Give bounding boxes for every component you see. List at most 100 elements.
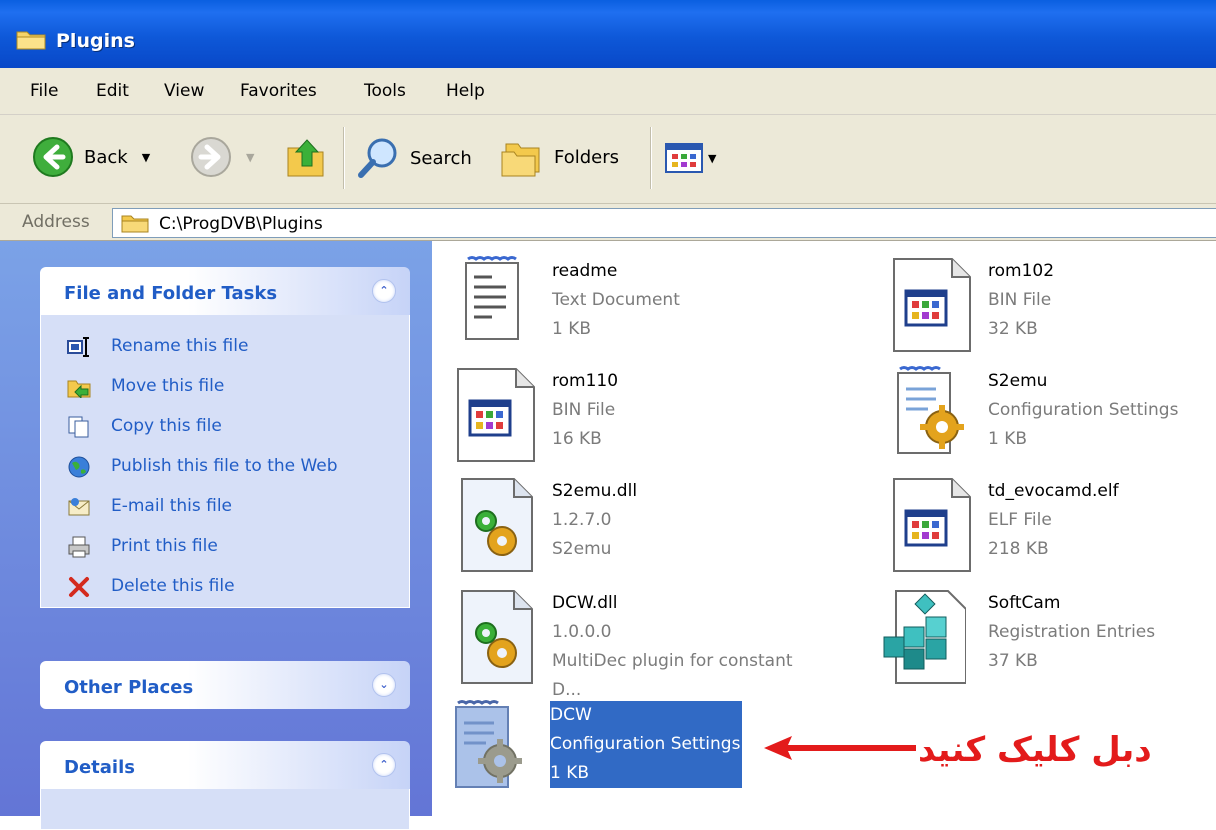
collapse-chevron-icon[interactable]: ⌃: [372, 279, 396, 303]
rename-icon: [67, 337, 89, 357]
task-publish[interactable]: Publish this file to the Web: [41, 447, 409, 487]
file-size: 32 KB: [988, 319, 1038, 339]
registry-icon: [883, 590, 966, 684]
file-size: 37 KB: [988, 651, 1038, 671]
elf-file-icon: [893, 478, 971, 572]
task-rename[interactable]: Rename this file: [41, 327, 409, 367]
forward-button[interactable]: ▼: [190, 136, 254, 178]
file-name: SoftCam: [988, 593, 1061, 613]
panel-header[interactable]: Other Places ⌄: [40, 661, 410, 709]
folder-icon: [121, 215, 149, 233]
file-size: 1 KB: [552, 319, 592, 339]
folders-button[interactable]: Folders: [500, 136, 619, 178]
task-delete[interactable]: Delete this file: [41, 567, 409, 607]
views-icon: [665, 143, 703, 173]
file-type: BIN File: [988, 290, 1052, 310]
file-name: DCW.dll: [552, 593, 618, 613]
file-item-s2emu-dll[interactable]: S2emu.dll 1.2.7.0 S2emu: [456, 475, 826, 585]
file-text: DCW Configuration Settings 1 KB: [550, 701, 743, 788]
email-icon: [68, 498, 90, 516]
file-text: SoftCam Registration Entries 37 KB: [988, 589, 1155, 676]
address-bar: Address C:\ProgDVB\Plugins: [0, 204, 1216, 241]
forward-dropdown-icon[interactable]: ▼: [246, 151, 254, 164]
back-button[interactable]: Back ▼: [32, 136, 150, 178]
menu-favorites[interactable]: Favorites: [240, 81, 317, 101]
menu-file[interactable]: File: [30, 81, 58, 101]
file-type: Configuration Settings: [550, 734, 741, 754]
panel-title: File and Folder Tasks: [64, 283, 278, 304]
file-name: rom110: [552, 371, 619, 391]
publish-web-icon: [68, 456, 90, 478]
file-type: Registration Entries: [988, 622, 1156, 642]
views-dropdown-icon: ▼: [708, 151, 717, 165]
collapse-chevron-icon[interactable]: ⌃: [372, 753, 396, 777]
task-pane: File and Folder Tasks ⌃ Rename this file…: [0, 241, 432, 830]
up-folder-icon: [287, 139, 324, 177]
tasks-list: Rename this file Move this file Copy thi…: [40, 315, 410, 608]
task-label: Print this file: [111, 536, 218, 556]
menu-help[interactable]: Help: [446, 81, 485, 101]
copy-icon: [68, 416, 89, 438]
double-click-annotation: دبل کلیک کنید: [918, 730, 1152, 770]
panel-title: Other Places: [64, 677, 194, 698]
task-label: E-mail this file: [111, 496, 233, 516]
file-item-td-evocamd[interactable]: td_evocamd.elf ELF File 218 KB: [892, 475, 1216, 585]
file-item-rom110[interactable]: rom110 BIN File 16 KB: [456, 365, 826, 475]
file-type: Text Document: [552, 290, 680, 310]
back-arrow-icon: [33, 137, 73, 177]
search-button[interactable]: Search: [356, 136, 472, 180]
up-folder-button[interactable]: [284, 134, 330, 180]
file-size: 1 KB: [550, 763, 590, 783]
address-path: C:\ProgDVB\Plugins: [159, 214, 323, 234]
address-label: Address: [22, 212, 90, 232]
file-size: 218 KB: [988, 539, 1049, 559]
file-item-s2emu[interactable]: S2emu Configuration Settings 1 KB: [892, 365, 1216, 475]
menu-edit[interactable]: Edit: [96, 81, 129, 101]
task-copy[interactable]: Copy this file: [41, 407, 409, 447]
panel-header[interactable]: Details ⌃: [40, 741, 410, 789]
search-icon: [358, 138, 397, 178]
text-document-icon: [465, 256, 519, 340]
file-text: S2emu Configuration Settings 1 KB: [988, 367, 1178, 454]
move-icon: [67, 380, 91, 398]
window-title: Plugins: [56, 30, 135, 52]
menu-bar: File Edit View Favorites Tools Help: [0, 68, 1216, 115]
details-panel: Details ⌃: [40, 741, 410, 830]
title-bar[interactable]: Plugins: [0, 0, 1216, 68]
task-move[interactable]: Move this file: [41, 367, 409, 407]
address-input[interactable]: C:\ProgDVB\Plugins: [112, 208, 1216, 238]
file-name: td_evocamd.elf: [988, 481, 1119, 501]
file-item-softcam[interactable]: SoftCam Registration Entries 37 KB: [882, 587, 1216, 697]
menu-tools[interactable]: Tools: [364, 81, 406, 101]
dll-icon: [461, 478, 533, 572]
config-settings-icon: [897, 366, 964, 454]
annotation-arrow-icon: [764, 736, 916, 760]
search-label: Search: [410, 147, 472, 169]
back-dropdown-icon[interactable]: ▼: [142, 151, 150, 164]
file-item-rom102[interactable]: rom102 BIN File 32 KB: [892, 255, 1216, 365]
menu-view[interactable]: View: [164, 81, 204, 101]
file-text: S2emu.dll 1.2.7.0 S2emu: [552, 477, 637, 564]
back-label: Back: [84, 146, 128, 168]
panel-title: Details: [64, 757, 135, 778]
config-settings-icon: [455, 700, 522, 788]
task-print[interactable]: Print this file: [41, 527, 409, 567]
task-label: Move this file: [111, 376, 225, 396]
task-label: Copy this file: [111, 416, 222, 436]
file-name: rom102: [988, 261, 1055, 281]
panel-header[interactable]: File and Folder Tasks ⌃: [40, 267, 410, 315]
folders-icon: [501, 143, 540, 177]
views-button[interactable]: ▼: [664, 142, 716, 174]
file-description: S2emu: [552, 539, 612, 559]
file-item-readme[interactable]: readme Text Document 1 KB: [456, 255, 826, 365]
file-name: S2emu: [988, 371, 1048, 391]
bin-file-icon: [457, 368, 535, 462]
forward-arrow-icon: [191, 137, 231, 177]
file-item-dcw-dll[interactable]: DCW.dll 1.0.0.0 MultiDec plugin for cons…: [456, 587, 826, 700]
file-folder-tasks-panel: File and Folder Tasks ⌃ Rename this file…: [40, 267, 410, 608]
file-text: readme Text Document 1 KB: [552, 257, 680, 344]
task-label: Delete this file: [111, 576, 235, 596]
task-email[interactable]: E-mail this file: [41, 487, 409, 527]
expand-chevron-icon[interactable]: ⌄: [372, 673, 396, 697]
file-version: 1.2.7.0: [552, 510, 612, 530]
